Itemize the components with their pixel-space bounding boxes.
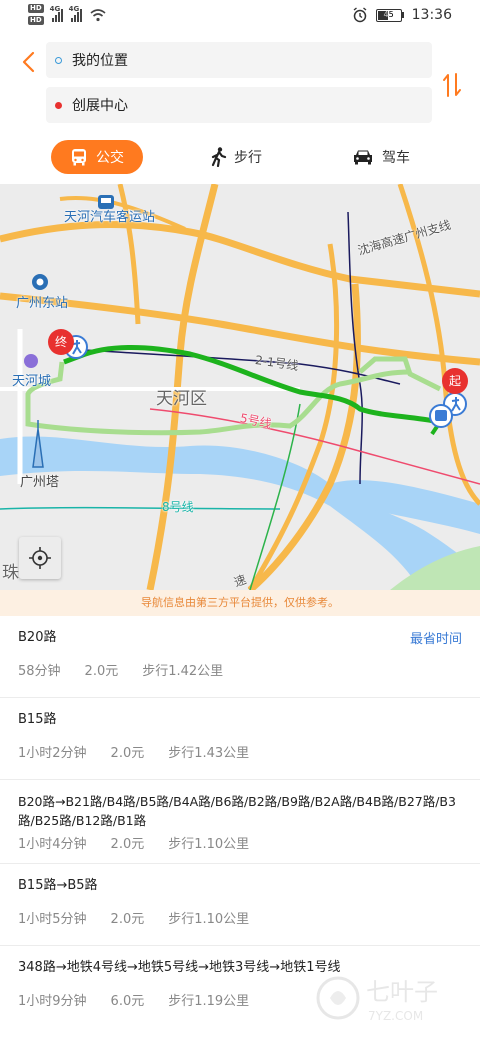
swap-icon[interactable] xyxy=(442,72,462,98)
route-duration: 1小时9分钟 xyxy=(18,994,87,1009)
back-icon[interactable] xyxy=(18,51,40,73)
route-map[interactable]: 天河汽车客运站 广州东站 天河城 天河区 广州塔 珠 沈海高速广州支线 2-1号… xyxy=(0,184,480,590)
watermark-logo: 七叶子 7YZ.COM xyxy=(316,976,438,1023)
transport-mode-tabs: 公交 步行 驾车 xyxy=(0,140,480,176)
route-price: 6.0元 xyxy=(110,994,145,1009)
signal-icon: 4G xyxy=(69,5,82,22)
map-label-metro-8: 8号线 xyxy=(162,500,194,514)
tab-bus-label: 公交 xyxy=(96,150,124,166)
route-price: 2.0元 xyxy=(110,837,145,852)
watermark-name: 七叶子 xyxy=(366,978,438,1006)
route-price: 2.0元 xyxy=(110,746,145,761)
route-title: B20路→B21路/B4路/B5路/B4A路/B6路/B2路/B9路/B2A路/… xyxy=(18,794,456,828)
tab-drive-label: 驾车 xyxy=(382,150,410,166)
route-price: 2.0元 xyxy=(110,912,145,927)
map-label-tianhe-city: 天河城 xyxy=(12,374,52,389)
alarm-icon xyxy=(353,7,367,23)
destination-text: 创展中心 xyxy=(72,98,128,114)
clock: 13:36 xyxy=(411,7,452,23)
battery-icon: 45 xyxy=(375,8,404,22)
end-marker[interactable]: 终 xyxy=(48,329,74,363)
provider-notice: 导航信息由第三方平台提供，仅供参考。 xyxy=(0,590,480,616)
route-walk: 步行1.10公里 xyxy=(168,912,250,927)
tab-walk[interactable]: 步行 xyxy=(210,140,262,174)
route-title: B20路 xyxy=(18,630,57,645)
start-marker[interactable]: 起 xyxy=(442,368,468,402)
end-marker-label: 终 xyxy=(48,329,74,355)
tab-walk-label: 步行 xyxy=(234,150,262,166)
map-label-tower: 广州塔 xyxy=(20,475,60,490)
signal-icon: 4G xyxy=(50,5,63,22)
route-duration: 1小时2分钟 xyxy=(18,746,87,761)
tab-bus[interactable]: 公交 xyxy=(51,140,143,174)
route-title: B15路→B5路 xyxy=(18,878,98,893)
wifi-icon xyxy=(90,8,106,21)
route-item[interactable]: B15路→B5路 1小时5分钟 2.0元 步行1.10公里 xyxy=(0,864,480,946)
origin-dot-icon xyxy=(55,56,62,64)
route-duration: 1小时5分钟 xyxy=(18,912,87,927)
route-walk: 步行1.10公里 xyxy=(168,837,250,852)
route-duration: 1小时4分钟 xyxy=(18,837,87,852)
fastest-badge: 最省时间 xyxy=(409,632,462,647)
route-walk: 步行1.42公里 xyxy=(142,664,224,679)
route-walk: 步行1.19公里 xyxy=(168,994,250,1009)
car-icon xyxy=(354,150,372,165)
mall-icon xyxy=(24,354,38,368)
map-label-east-station: 广州东站 xyxy=(16,296,69,311)
tab-drive[interactable]: 驾车 xyxy=(352,140,410,174)
status-bar: HD HD 4G 4G 45 13:36 xyxy=(0,0,480,34)
bus-icon xyxy=(72,149,86,166)
locate-button[interactable] xyxy=(19,537,61,579)
route-price: 2.0元 xyxy=(84,664,119,679)
route-item[interactable]: B20路→B21路/B4路/B5路/B4A路/B6路/B2路/B9路/B2A路/… xyxy=(0,780,480,864)
metro-line xyxy=(0,506,281,510)
hd-badge: HD xyxy=(28,16,44,25)
map-label-district: 天河区 xyxy=(156,389,207,409)
route-item[interactable]: B15路 1小时2分钟 2.0元 步行1.43公里 xyxy=(0,698,480,780)
walk-icon xyxy=(211,147,227,167)
map-label-bus-station: 天河汽车客运站 xyxy=(64,210,156,225)
route-title: B15路 xyxy=(18,712,57,727)
origin-field[interactable]: 我的位置 xyxy=(46,42,432,78)
map-label-zhu: 珠 xyxy=(2,563,19,583)
route-list: B20路 最省时间 58分钟 2.0元 步行1.42公里 B15路 1小时2分钟… xyxy=(0,616,480,1028)
destination-dot-icon xyxy=(55,101,62,109)
destination-field[interactable]: 创展中心 xyxy=(46,87,432,123)
route-duration: 58分钟 xyxy=(18,664,61,679)
route-input-panel: 我的位置 创展中心 公交 步行 驾车 xyxy=(0,34,480,184)
origin-text: 我的位置 xyxy=(72,53,128,69)
route-walk: 步行1.43公里 xyxy=(168,746,250,761)
watermark-site: 7YZ.COM xyxy=(368,1009,423,1023)
route-item[interactable]: B20路 最省时间 58分钟 2.0元 步行1.42公里 xyxy=(0,616,480,698)
start-marker-label: 起 xyxy=(442,368,468,394)
hd-badge: HD xyxy=(28,4,44,13)
